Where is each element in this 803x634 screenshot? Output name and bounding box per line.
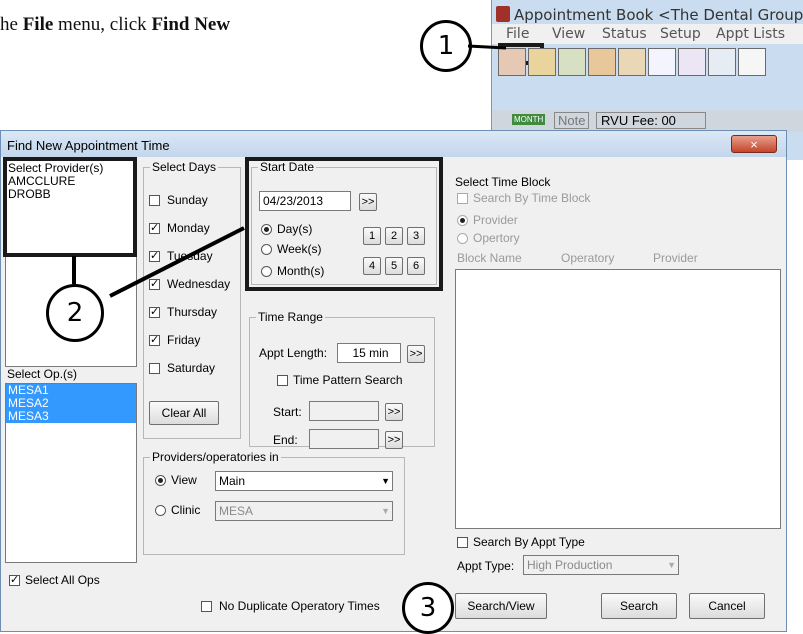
callout-3: 3 <box>402 582 454 634</box>
callout-2: 2 <box>46 284 104 342</box>
callout-2-leaders <box>72 226 245 298</box>
